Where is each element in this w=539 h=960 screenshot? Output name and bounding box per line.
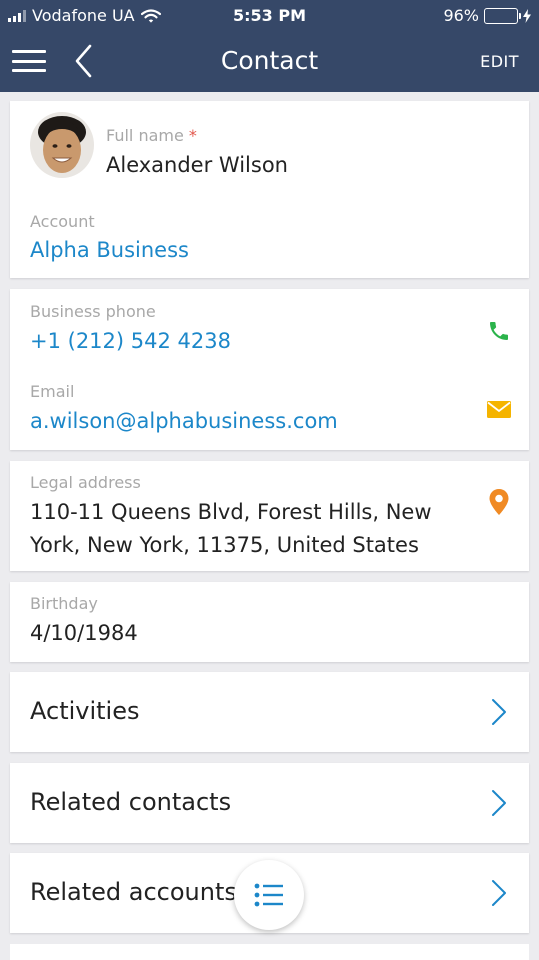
activities-row[interactable]: Activities (10, 672, 529, 752)
battery-icon (484, 7, 521, 24)
list-icon (254, 883, 283, 907)
full-name-label: Full name * (106, 126, 197, 145)
email-value[interactable]: a.wilson@alphabusiness.com (30, 409, 338, 433)
communication-card: Business phone +1 (212) 542 4238 Email a… (10, 289, 529, 450)
charging-bolt-icon (523, 8, 531, 23)
account-link[interactable]: Alpha Business (30, 238, 189, 262)
full-name-label-text: Full name (106, 126, 184, 145)
address-line-1: 110-11 Queens Blvd, Forest Hills, New (30, 500, 432, 524)
battery-percent: 96% (443, 6, 479, 25)
phone-value[interactable]: +1 (212) 542 4238 (30, 329, 231, 353)
email-label: Email (30, 382, 75, 401)
address-card: Legal address 110-11 Queens Blvd, Forest… (10, 461, 529, 571)
chevron-right-icon (492, 880, 506, 906)
map-pin-icon[interactable] (489, 489, 509, 515)
required-mark: * (188, 126, 197, 145)
status-right: 96% (443, 6, 531, 25)
birthday-label: Birthday (30, 594, 98, 613)
chevron-right-icon (492, 790, 506, 816)
phone-label: Business phone (30, 302, 156, 321)
related-accounts-label: Related accounts (30, 878, 237, 906)
envelope-icon[interactable] (487, 401, 511, 418)
account-label: Account (30, 212, 95, 231)
address-label: Legal address (30, 473, 141, 492)
profile-card: Full name * Alexander Wilson Account Alp… (10, 101, 529, 278)
related-contacts-label: Related contacts (30, 788, 232, 816)
next-row-partial (10, 944, 529, 960)
chevron-right-icon (492, 699, 506, 725)
phone-icon[interactable] (487, 319, 511, 343)
nav-row: Contact EDIT (0, 36, 539, 86)
related-contacts-row[interactable]: Related contacts (10, 763, 529, 843)
list-fab-button[interactable] (234, 860, 304, 930)
avatar (30, 112, 94, 178)
edit-button[interactable]: EDIT (480, 52, 519, 71)
birthday-value: 4/10/1984 (30, 621, 138, 645)
full-name-value: Alexander Wilson (106, 153, 288, 177)
top-bar: Vodafone UA 5:53 PM 96% Contact EDIT (0, 0, 539, 92)
address-line-2: York, New York, 11375, United States (30, 533, 419, 557)
activities-label: Activities (30, 697, 140, 725)
status-bar: Vodafone UA 5:53 PM 96% (0, 0, 539, 32)
birthday-card: Birthday 4/10/1984 (10, 582, 529, 662)
page-title: Contact (220, 46, 319, 75)
